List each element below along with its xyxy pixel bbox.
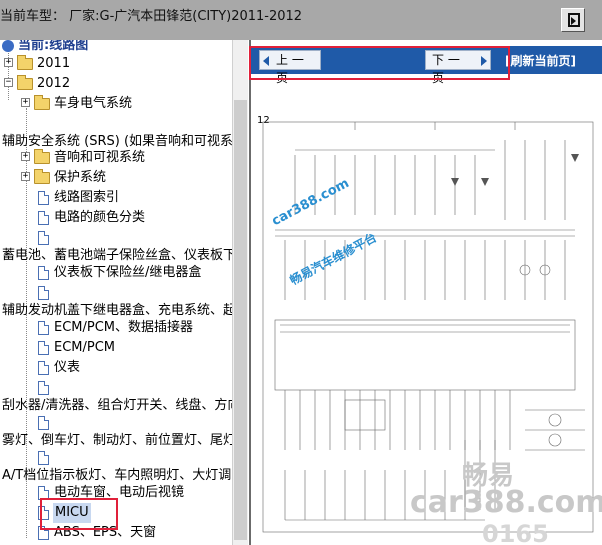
tree-item-label: ECM/PCM xyxy=(54,340,116,355)
tree-item-label: 刮水器/清洗器、组合灯开关、线盘、方向 xyxy=(2,398,232,413)
expand-plus-icon[interactable]: + xyxy=(21,172,30,181)
folder-icon xyxy=(17,55,33,70)
tree-item-label: 2011 xyxy=(37,56,71,71)
collapse-minus-icon[interactable]: − xyxy=(4,78,13,87)
document-icon xyxy=(38,416,49,430)
tree-item-label: 车身电气系统 xyxy=(54,96,133,111)
document-icon xyxy=(38,286,49,300)
current-vehicle-label: 当前车型： 厂家:G-广汽本田锋范(CITY)2011-2012 xyxy=(0,9,303,24)
document-icon xyxy=(38,231,49,245)
tree-item-label: 电路的颜色分类 xyxy=(54,210,146,225)
exit-button[interactable] xyxy=(561,8,585,32)
wiring-diagram xyxy=(262,121,594,533)
scrollbar-thumb[interactable] xyxy=(234,100,247,540)
tree-item-label: 音响和可视系统 xyxy=(54,150,146,165)
folder-icon xyxy=(34,169,50,184)
refresh-page-link[interactable]: [刷新当前页] xyxy=(505,52,576,69)
document-icon xyxy=(38,381,49,395)
highlight-outline-nav xyxy=(249,46,510,80)
document-icon xyxy=(38,451,49,465)
tree-item-label: 线路图索引 xyxy=(54,190,120,205)
watermark-site-large: car388.com xyxy=(410,485,602,520)
tree-item-label: 保护系统 xyxy=(54,170,107,185)
tree-item-label: 仪表 xyxy=(54,360,81,375)
exit-icon xyxy=(568,13,580,27)
document-icon xyxy=(38,266,49,280)
document-icon xyxy=(38,321,49,335)
folder-icon xyxy=(34,149,50,164)
document-icon xyxy=(38,191,49,205)
tree-item-label: 仪表板下保险丝/继电器盒 xyxy=(54,265,202,280)
document-icon xyxy=(38,361,49,375)
document-icon xyxy=(38,341,49,355)
navigation-tree: 当前:线路图 + 2011 − 2012 + 车身电气系统 辅助安全系统 (SR… xyxy=(0,40,232,545)
expand-plus-icon[interactable]: + xyxy=(21,152,30,161)
document-icon xyxy=(38,211,49,225)
watermark-digits: 0165 xyxy=(482,520,549,545)
tree-item-label: ECM/PCM、数据插接器 xyxy=(54,320,194,335)
expand-plus-icon[interactable]: + xyxy=(21,98,30,107)
tree-item-label: 2012 xyxy=(37,76,71,91)
tree-item-label: 雾灯、倒车灯、制动灯、前位置灯、尾灯 xyxy=(2,433,232,448)
tree-scrollbar[interactable] xyxy=(232,40,248,545)
tree-root-icon xyxy=(2,40,14,52)
diagram-pane: 上 一 页 下 一 页 [刷新当前页] 12 xyxy=(249,40,602,545)
folder-icon xyxy=(17,75,33,90)
expand-plus-icon[interactable]: + xyxy=(4,58,13,67)
folder-icon xyxy=(34,95,50,110)
highlight-outline-micu xyxy=(40,498,118,530)
title-bar: 当前车型： 厂家:G-广汽本田锋范(CITY)2011-2012 xyxy=(0,0,602,40)
